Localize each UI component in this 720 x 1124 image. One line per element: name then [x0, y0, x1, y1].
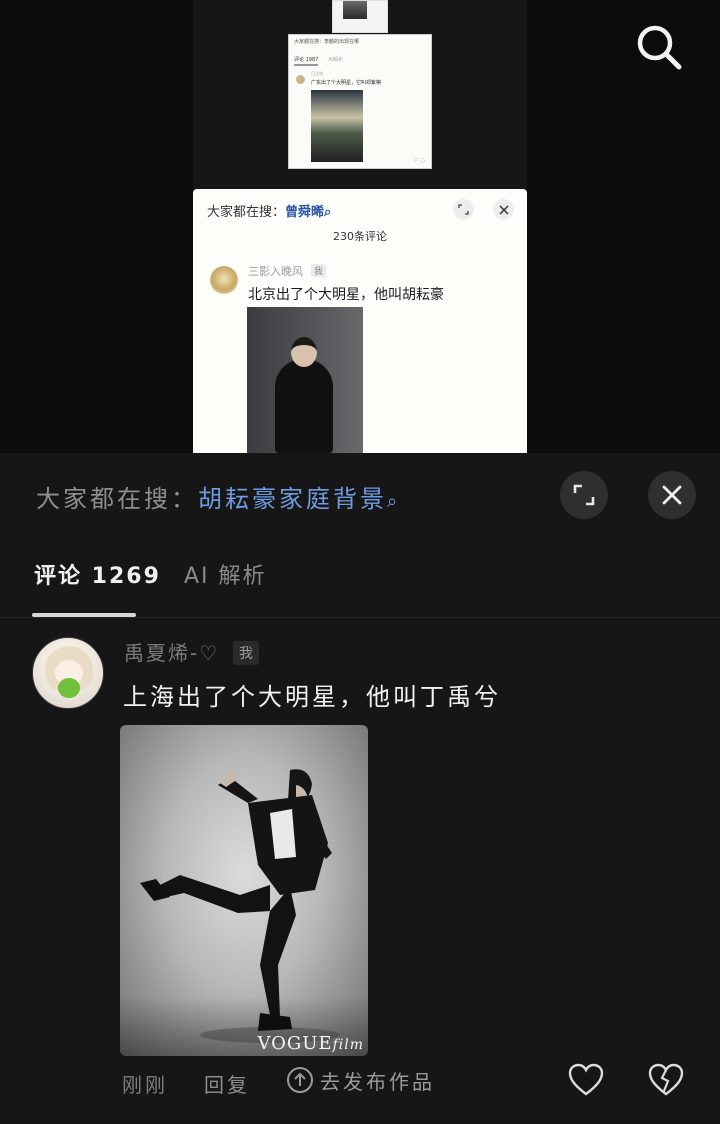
comment-time: 刚刚: [122, 1073, 168, 1097]
preview-card: 大家都在搜：曾舜晞⌕ 230条评论 三影入晚风 我 北京出了个大明星，他叫胡耘豪: [193, 189, 527, 453]
comment-photo[interactable]: VOGUEfilm: [120, 725, 368, 1056]
close-button[interactable]: [648, 471, 696, 519]
mini-tabs: 评论 1987 AI解析: [294, 56, 343, 63]
comment-text[interactable]: 上海出了个大明星，他叫丁禹兮: [123, 677, 501, 712]
expand-button[interactable]: [560, 471, 608, 519]
mini-comment-text: 广东出了个大明星，它叫邓紫棋: [311, 80, 382, 86]
search-suggestion[interactable]: 大家都在搜：胡耘豪家庭背景⌕: [36, 479, 400, 514]
dislike-button[interactable]: [648, 1063, 684, 1097]
heart-icon: [568, 1063, 604, 1096]
mini-preview-card: 大家都在搜：李鹏的出现在哪 评论 1987 AI解析 已注销 广东出了个大明星，它…: [288, 34, 432, 169]
card-user-name: 三影入晚风: [248, 265, 303, 278]
search-keyword-icon: ⌕: [387, 491, 401, 512]
mini-tab-underline: [294, 64, 318, 66]
mini-tab-ai: AI解析: [328, 57, 344, 63]
watermark-main: VOGUE: [257, 1033, 333, 1054]
mini-comment-photo: [311, 90, 363, 162]
tab-comments[interactable]: 评论 1269: [34, 558, 161, 590]
card-me-badge: 我: [311, 264, 327, 277]
comment-tabs: 评论 1269 AI 解析: [0, 558, 720, 618]
card-comment-count: 230条评论: [333, 230, 387, 243]
publish-button[interactable]: 去发布作品: [286, 1065, 435, 1095]
card-avatar: [210, 266, 238, 294]
me-badge: 我: [233, 641, 259, 665]
card-photo-figure: [275, 359, 333, 453]
broken-heart-icon: [648, 1063, 684, 1096]
search-suggestion-prefix: 大家都在搜：: [36, 485, 198, 513]
card-expand-icon: [453, 199, 474, 220]
mini-tab-comments: 评论 1987: [294, 57, 319, 63]
publish-label: 去发布作品: [320, 1069, 435, 1094]
avatar[interactable]: [32, 637, 104, 709]
card-search-icon: ⌕: [324, 205, 332, 220]
reply-button[interactable]: 回复: [204, 1069, 250, 1098]
card-comment-text: 北京出了个大明星，他叫胡耘豪: [248, 287, 444, 303]
close-icon: [662, 485, 682, 505]
mini-avatar: [296, 75, 305, 84]
preview-stack: 大家都在搜：李鹏的出现在哪 评论 1987 AI解析 已注销 广东出了个大明星，它…: [0, 0, 720, 453]
card-close-icon: [493, 199, 514, 220]
user-name[interactable]: 禹夏烯-♡: [124, 637, 219, 666]
card-search-keyword: 曾舜晞: [285, 205, 325, 220]
expand-icon: [573, 484, 595, 506]
like-button[interactable]: [568, 1063, 604, 1097]
mini-user-name: 已注销: [311, 71, 323, 76]
card-photo-head: [291, 337, 317, 367]
comment-panel: 大家都在搜：胡耘豪家庭背景⌕ 评论 1269 AI 解析 禹夏烯-♡ 我 上海出…: [0, 453, 720, 1124]
tiny-preview-frame: [332, 0, 388, 33]
comment-actions: 刚刚 回复 去发布作品: [0, 1063, 720, 1103]
active-tab-underline: [32, 613, 136, 617]
card-search-prefix: 大家都在搜：: [207, 205, 286, 220]
card-comment-photo: [247, 307, 363, 453]
search-suggestion-keyword[interactable]: 胡耘豪家庭背景: [198, 485, 387, 513]
mini-action-icons: ♡ ◌: [412, 157, 425, 164]
tiny-preview-thumbnail: [343, 1, 367, 19]
card-search-text: 大家都在搜：曾舜晞⌕: [207, 201, 331, 220]
watermark-suffix: film: [332, 1037, 364, 1053]
avatar-apple: [58, 678, 80, 698]
search-icon[interactable]: [634, 22, 684, 72]
tab-ai-analysis[interactable]: AI 解析: [184, 558, 267, 590]
photo-watermark: VOGUEfilm: [257, 1033, 364, 1054]
mini-search-text: 大家都在搜：李鹏的出现在哪: [294, 39, 360, 45]
arrow-up-circle-icon: [287, 1067, 313, 1093]
